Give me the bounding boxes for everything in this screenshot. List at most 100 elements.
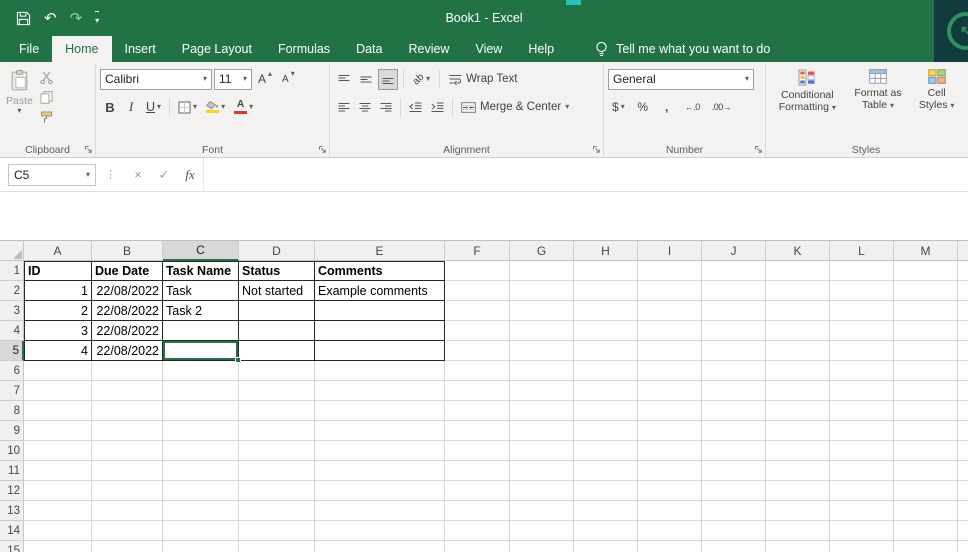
cell-F4[interactable] — [445, 321, 510, 341]
cell-G5[interactable] — [510, 341, 574, 361]
number-format-select[interactable]: General ▾ — [608, 68, 754, 90]
decrease-decimal-button[interactable]: .00→ — [708, 97, 736, 118]
cell-E15[interactable] — [315, 541, 445, 552]
cell-E10[interactable] — [315, 441, 445, 461]
cell-E4[interactable] — [315, 321, 445, 341]
cell-C13[interactable] — [163, 501, 239, 521]
cell-L11[interactable] — [830, 461, 894, 481]
cell-H8[interactable] — [574, 401, 638, 421]
column-header-H[interactable]: H — [574, 241, 638, 261]
cell-M6[interactable] — [894, 361, 958, 381]
cell-B13[interactable] — [92, 501, 163, 521]
cell-B15[interactable] — [92, 541, 163, 552]
cell-N14[interactable] — [958, 521, 968, 541]
cell-L14[interactable] — [830, 521, 894, 541]
cell-H15[interactable] — [574, 541, 638, 552]
cell-K2[interactable] — [766, 281, 830, 301]
cell-F12[interactable] — [445, 481, 510, 501]
align-center-button[interactable] — [355, 97, 375, 118]
cell-D13[interactable] — [239, 501, 315, 521]
cell-B4[interactable]: 22/08/2022 — [92, 321, 163, 341]
cell-D6[interactable] — [239, 361, 315, 381]
cell-B11[interactable] — [92, 461, 163, 481]
cell-C3[interactable]: Task 2 — [163, 301, 239, 321]
decrease-indent-button[interactable] — [405, 97, 426, 118]
undo-icon[interactable]: ↶ — [44, 11, 57, 26]
cell-A3[interactable]: 2 — [24, 301, 92, 321]
cell-K11[interactable] — [766, 461, 830, 481]
cell-D14[interactable] — [239, 521, 315, 541]
cell-C15[interactable] — [163, 541, 239, 552]
cell-H5[interactable] — [574, 341, 638, 361]
column-header-N[interactable]: N — [958, 241, 968, 261]
cell-I13[interactable] — [638, 501, 702, 521]
cell-A2[interactable]: 1 — [24, 281, 92, 301]
cell-J11[interactable] — [702, 461, 766, 481]
cell-L2[interactable] — [830, 281, 894, 301]
cell-K13[interactable] — [766, 501, 830, 521]
row-header-12[interactable]: 12 — [0, 481, 24, 501]
cell-J3[interactable] — [702, 301, 766, 321]
column-header-K[interactable]: K — [766, 241, 830, 261]
cell-E14[interactable] — [315, 521, 445, 541]
cell-E12[interactable] — [315, 481, 445, 501]
cell-K12[interactable] — [766, 481, 830, 501]
cell-C11[interactable] — [163, 461, 239, 481]
number-dialog-launcher-icon[interactable] — [754, 145, 763, 154]
row-header-4[interactable]: 4 — [0, 321, 24, 341]
column-header-F[interactable]: F — [445, 241, 510, 261]
cell-A14[interactable] — [24, 521, 92, 541]
cell-N12[interactable] — [958, 481, 968, 501]
cell-E11[interactable] — [315, 461, 445, 481]
cell-C7[interactable] — [163, 381, 239, 401]
formula-bar-splitter[interactable]: ⋮ — [105, 168, 116, 181]
cell-F8[interactable] — [445, 401, 510, 421]
row-header-2[interactable]: 2 — [0, 281, 24, 301]
cell-E2[interactable]: Example comments — [315, 281, 445, 301]
tab-page-layout[interactable]: Page Layout — [169, 36, 265, 62]
cell-J8[interactable] — [702, 401, 766, 421]
cell-H3[interactable] — [574, 301, 638, 321]
cell-A4[interactable]: 3 — [24, 321, 92, 341]
cell-H10[interactable] — [574, 441, 638, 461]
cell-K15[interactable] — [766, 541, 830, 552]
cell-K7[interactable] — [766, 381, 830, 401]
wrap-text-button[interactable]: Wrap Text — [445, 69, 521, 90]
cell-A11[interactable] — [24, 461, 92, 481]
cell-J6[interactable] — [702, 361, 766, 381]
cell-C9[interactable] — [163, 421, 239, 441]
decrease-font-size-button[interactable]: A ▾ — [278, 69, 299, 90]
row-header-1[interactable]: 1 — [0, 261, 24, 281]
cell-I4[interactable] — [638, 321, 702, 341]
cell-H12[interactable] — [574, 481, 638, 501]
fill-color-button[interactable]: ▾ — [202, 97, 229, 118]
column-header-E[interactable]: E — [315, 241, 445, 261]
cell-E7[interactable] — [315, 381, 445, 401]
paste-button[interactable]: Paste ▾ — [4, 67, 35, 142]
cell-M8[interactable] — [894, 401, 958, 421]
cell-G14[interactable] — [510, 521, 574, 541]
cell-N13[interactable] — [958, 501, 968, 521]
cell-B5[interactable]: 22/08/2022 — [92, 341, 163, 361]
cell-I12[interactable] — [638, 481, 702, 501]
tab-file[interactable]: File — [6, 36, 52, 62]
alignment-dialog-launcher-icon[interactable] — [592, 145, 601, 154]
cell-K4[interactable] — [766, 321, 830, 341]
cell-D2[interactable]: Not started — [239, 281, 315, 301]
cell-L12[interactable] — [830, 481, 894, 501]
cell-H14[interactable] — [574, 521, 638, 541]
cell-F11[interactable] — [445, 461, 510, 481]
cell-G12[interactable] — [510, 481, 574, 501]
cell-D11[interactable] — [239, 461, 315, 481]
cell-D8[interactable] — [239, 401, 315, 421]
merge-center-button[interactable]: Merge & Center ▾ — [457, 97, 573, 118]
cell-M3[interactable] — [894, 301, 958, 321]
cell-I15[interactable] — [638, 541, 702, 552]
middle-align-button[interactable] — [356, 69, 376, 90]
cell-I10[interactable] — [638, 441, 702, 461]
cell-M11[interactable] — [894, 461, 958, 481]
tab-data[interactable]: Data — [343, 36, 395, 62]
tab-formulas[interactable]: Formulas — [265, 36, 343, 62]
cell-K3[interactable] — [766, 301, 830, 321]
row-header-10[interactable]: 10 — [0, 441, 24, 461]
